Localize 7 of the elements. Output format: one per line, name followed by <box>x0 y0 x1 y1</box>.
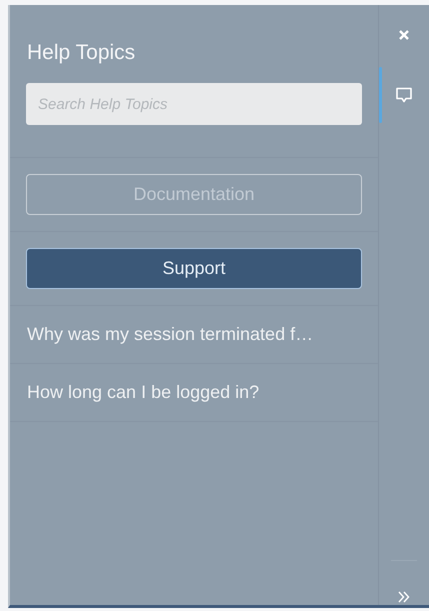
panel-title: Help Topics <box>26 40 136 66</box>
chat-icon[interactable] <box>395 86 413 104</box>
topic-tab[interactable]: Support <box>26 248 362 289</box>
expand-icon[interactable] <box>397 591 411 603</box>
close-icon[interactable] <box>398 29 410 41</box>
topic-item[interactable]: How long can I be logged in? <box>10 364 378 422</box>
topic-item[interactable]: Why was my session terminated f… <box>10 306 378 364</box>
